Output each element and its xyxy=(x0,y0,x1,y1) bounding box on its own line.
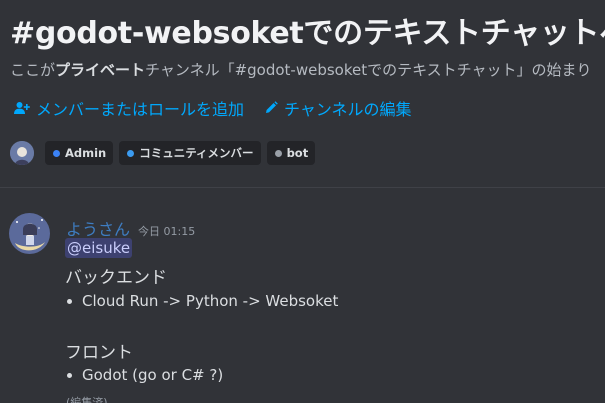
edit-channel-button[interactable]: チャンネルの編集 xyxy=(264,96,412,120)
role-color-dot xyxy=(274,149,282,157)
role-color-dot xyxy=(53,149,60,157)
add-members-or-roles-button[interactable]: メンバーまたはロールを追加 xyxy=(14,96,244,120)
role-label: bot xyxy=(286,146,309,160)
channel-actions: メンバーまたはロールを追加 チャンネルの編集 xyxy=(14,96,432,120)
bullet-icon xyxy=(67,298,72,304)
message-line-backend: バックエンド xyxy=(65,268,167,288)
channel-welcome-title: #godot-websoketでのテキストチャットへ xyxy=(10,16,605,51)
list-item-text: Cloud Run -> Python -> Websoket xyxy=(82,292,339,310)
list-item-text: Godot (go or C# ?) xyxy=(82,366,224,384)
message-username[interactable]: ようさん xyxy=(66,216,130,240)
list-item: Godot (go or C# ?) xyxy=(65,366,223,384)
role-color-dot xyxy=(127,149,135,157)
role-chip-community-member[interactable]: コミュニティメンバー xyxy=(119,141,261,165)
message-timestamp: 今日 01:15 xyxy=(138,225,196,238)
role-chip-admin[interactable]: Admin xyxy=(45,141,114,165)
bullet-icon xyxy=(67,372,72,378)
member-avatar[interactable] xyxy=(10,141,34,165)
message-line-frontend: フロント xyxy=(65,343,133,363)
user-mention[interactable]: @eisuke xyxy=(65,238,133,258)
add-members-label: メンバーまたはロールを追加 xyxy=(36,100,245,119)
edited-indicator: (編集済) xyxy=(66,396,108,403)
channel-welcome-description: ここがプライベートチャンネル「#godot-websoketでのテキストチャット… xyxy=(10,59,592,80)
channel-roles-row: Admin コミュニティメンバー bot xyxy=(10,141,321,165)
edit-channel-label: チャンネルの編集 xyxy=(284,100,412,119)
list-item: Cloud Run -> Python -> Websoket xyxy=(65,292,338,310)
role-label: Admin xyxy=(65,146,107,160)
channel-view: #godot-websoketでのテキストチャットへ ここがプライベートチャンネ… xyxy=(0,0,605,403)
description-suffix: チャンネル「#godot-websoketでのテキストチャット」の始まり xyxy=(145,61,592,79)
role-chip-bot[interactable]: bot xyxy=(266,141,316,165)
message-header: ようさん 今日 01:15 xyxy=(66,216,195,240)
user-avatar[interactable] xyxy=(9,213,50,254)
description-private-label: プライベート xyxy=(55,61,146,79)
message-divider xyxy=(0,187,605,188)
pencil-icon xyxy=(266,101,278,113)
role-label: コミュニティメンバー xyxy=(139,146,254,160)
description-prefix: ここが xyxy=(10,61,56,79)
add-user-icon xyxy=(14,102,30,114)
